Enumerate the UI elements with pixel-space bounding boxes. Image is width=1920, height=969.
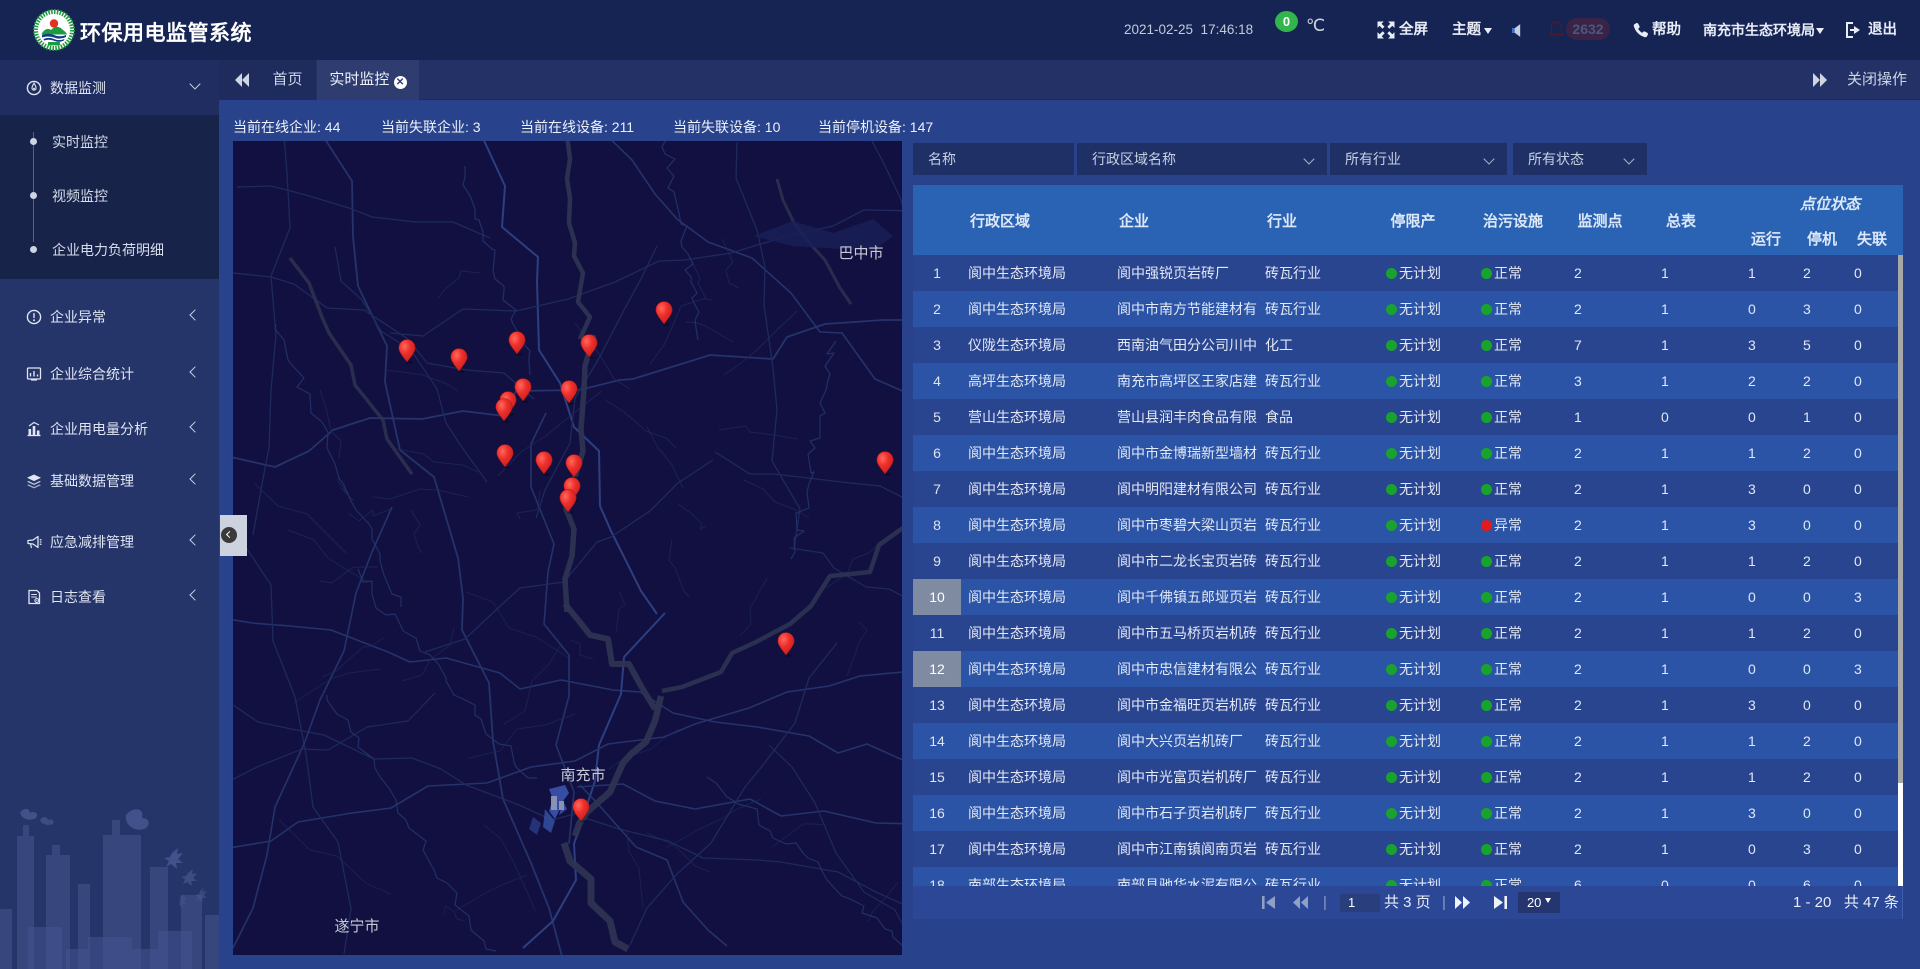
svg-text:遂宁市: 遂宁市 xyxy=(334,918,379,935)
svg-text:巴中市: 巴中市 xyxy=(838,245,883,262)
svg-text:南充市: 南充市 xyxy=(560,767,605,784)
